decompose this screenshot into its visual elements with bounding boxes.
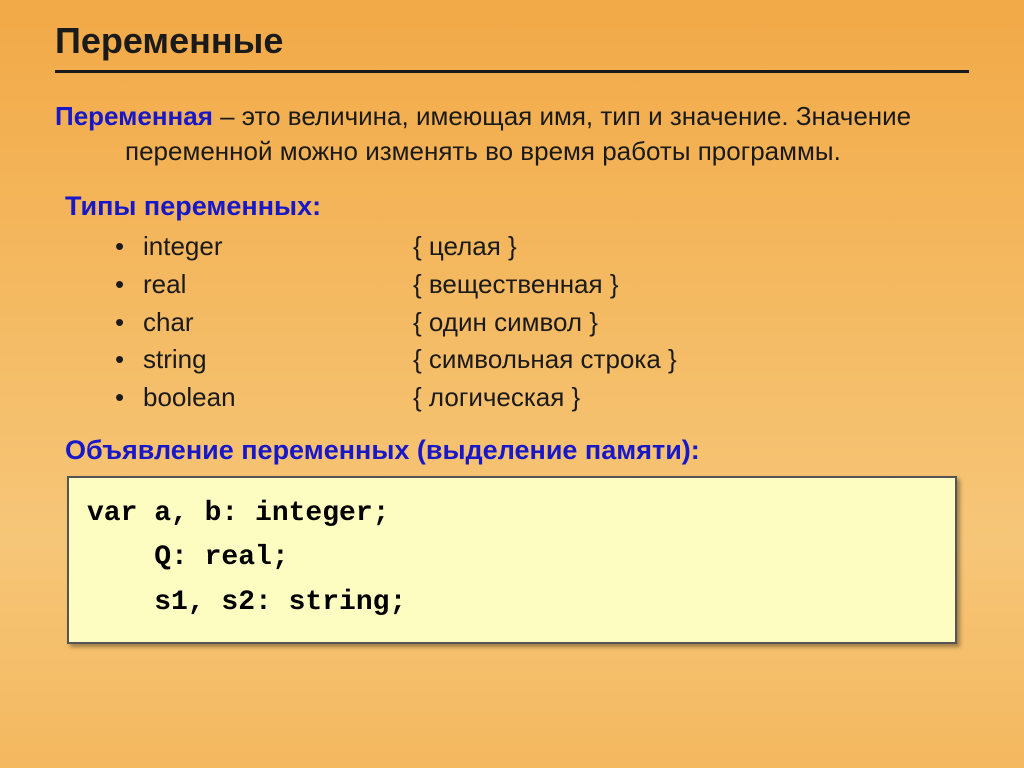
type-desc: { вещественная }	[413, 266, 619, 304]
bullet-icon: •	[115, 266, 143, 304]
type-desc: { символьная строка }	[413, 341, 677, 379]
type-name: integer	[143, 228, 413, 266]
bullet-icon: •	[115, 228, 143, 266]
slide: Переменные Переменная – это величина, им…	[0, 0, 1024, 768]
type-desc: { логическая }	[413, 379, 580, 417]
type-desc: { один символ }	[413, 304, 598, 342]
list-item: • boolean { логическая }	[55, 379, 969, 417]
type-name: string	[143, 341, 413, 379]
list-item: • string { символьная строка }	[55, 341, 969, 379]
bullet-icon: •	[115, 304, 143, 342]
type-name: char	[143, 304, 413, 342]
type-name: real	[143, 266, 413, 304]
definition-text: – это величина, имеющая имя, тип и значе…	[125, 101, 911, 166]
definition-paragraph: Переменная – это величина, имеющая имя, …	[55, 99, 969, 169]
type-name: boolean	[143, 379, 413, 417]
list-item: • char { один символ }	[55, 304, 969, 342]
types-list: • integer { целая } • real { вещественна…	[55, 228, 969, 416]
bullet-icon: •	[115, 379, 143, 417]
list-item: • real { вещественная }	[55, 266, 969, 304]
title-divider	[55, 70, 969, 73]
types-heading: Типы переменных:	[65, 191, 969, 222]
type-desc: { целая }	[413, 228, 517, 266]
slide-title: Переменные	[55, 20, 969, 64]
bullet-icon: •	[115, 341, 143, 379]
declaration-heading: Объявление переменных (выделение памяти)…	[65, 435, 969, 466]
definition-term: Переменная	[55, 101, 213, 131]
code-block: var a, b: integer; Q: real; s1, s2: stri…	[67, 476, 957, 644]
list-item: • integer { целая }	[55, 228, 969, 266]
